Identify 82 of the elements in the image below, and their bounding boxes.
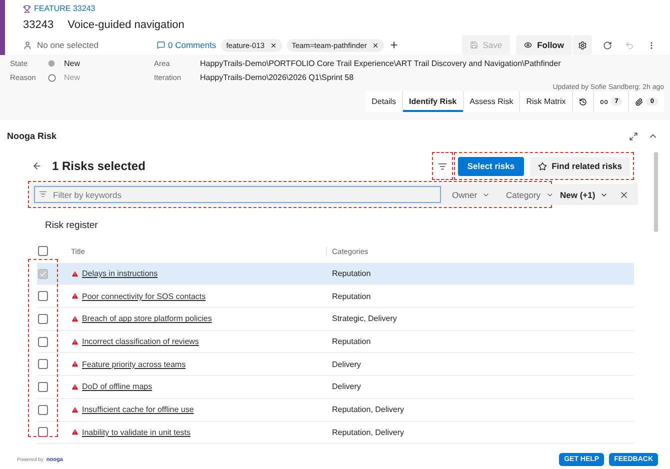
risk-link[interactable]: Insufficient cache for offline use <box>71 405 326 414</box>
assignee-field[interactable]: No one selected <box>37 40 157 50</box>
check-icon <box>39 270 47 278</box>
table-row[interactable]: Breach of app store platform policies Strategic, Delivery <box>37 308 634 331</box>
table-cell-text: Strategic, Delivery <box>331 314 398 324</box>
link-icon <box>600 98 608 106</box>
comments-link[interactable]: 0 Comments <box>157 40 216 50</box>
table-row[interactable]: Incorrect classification of reviews Reputation <box>37 330 634 354</box>
state-dot-icon <box>48 60 55 67</box>
risk-link[interactable]: Poor connectivity for SOS contacts <box>71 292 326 301</box>
settings-icon <box>578 40 587 50</box>
star-icon <box>538 162 547 170</box>
warning-icon <box>71 314 79 323</box>
work-item-title: Voice-guided navigation <box>68 18 184 31</box>
expand-icon <box>628 132 638 140</box>
risk-link[interactable]: Delays in instructions <box>71 269 326 278</box>
risk-link[interactable]: DoD of offline maps <box>71 382 326 392</box>
risk-link[interactable]: Inability to validate in unit tests <box>71 428 326 437</box>
eye-icon <box>524 41 532 49</box>
warning-icon <box>71 338 79 346</box>
close-icon[interactable] <box>270 42 277 48</box>
row-checkbox[interactable] <box>38 359 48 370</box>
field-value[interactable]: HappyTrails-Demo\2026\2026 Q1\Sprint 58 <box>200 73 664 82</box>
row-checkbox[interactable] <box>38 404 48 415</box>
register-title: Risk register <box>45 220 99 233</box>
panel-title: Nooga Risk <box>7 131 58 141</box>
table-cell-text: Reputation <box>331 269 372 278</box>
close-icon <box>619 190 630 200</box>
filter-icon <box>39 190 47 198</box>
filter-icon <box>438 162 448 170</box>
warning-icon <box>71 428 79 436</box>
table-cell-text: Reputation, Delivery <box>331 428 406 437</box>
table-cell-text: Reputation <box>331 337 372 346</box>
save-icon <box>470 41 478 49</box>
follow-button[interactable]: Follow <box>516 35 572 55</box>
close-icon[interactable] <box>372 42 379 48</box>
paperclip-icon <box>635 98 644 106</box>
warning-icon <box>71 292 79 300</box>
warning-icon <box>71 406 79 414</box>
field-value[interactable]: HappyTrails-Demo\PORTFOLIO Core Trail Experience\ART Trail Discovery and Navigation\Pathfinder <box>200 59 664 68</box>
trophy-icon <box>23 4 31 13</box>
risk-link[interactable]: Incorrect classification of reviews <box>71 337 326 346</box>
row-checkbox[interactable] <box>38 268 48 279</box>
filter-dropdown[interactable]: Owner <box>444 190 498 200</box>
table-cell-text: Reputation, Delivery <box>331 405 406 414</box>
back-arrow-icon <box>32 161 42 171</box>
work-item-id: 33243 <box>23 18 54 31</box>
find-related-button[interactable]: Find related risks <box>530 156 630 176</box>
undo-icon <box>624 40 634 50</box>
row-checkbox[interactable] <box>38 291 48 302</box>
selection-heading: 1 Risks selected <box>52 159 146 173</box>
settings-button[interactable] <box>573 35 592 55</box>
row-checkbox[interactable] <box>38 336 48 347</box>
tab[interactable]: Identify Risk <box>403 91 464 112</box>
add-icon[interactable] <box>388 40 399 50</box>
select-all-checkbox[interactable] <box>38 246 48 256</box>
warning-icon <box>71 382 79 391</box>
risk-link[interactable]: Breach of app store platform policies <box>71 314 326 324</box>
work-item-type: FEATURE 33243 <box>34 4 96 14</box>
table-row[interactable]: Feature priority across teams Delivery <box>37 353 634 376</box>
comment-icon <box>157 41 165 49</box>
table-cell-text: Delivery <box>331 382 362 392</box>
table-row[interactable]: DoD of offline maps Delivery <box>37 376 634 399</box>
filter-field[interactable]: Filter by keywords <box>34 186 441 203</box>
history-icon <box>578 98 587 106</box>
table-row[interactable]: Delays in instructions Reputation <box>37 262 634 286</box>
table-row[interactable]: Insufficient cache for offline use Reputation, Delivery <box>37 398 634 422</box>
field-value[interactable]: New <box>64 59 154 68</box>
row-checkbox[interactable] <box>38 382 48 392</box>
person-icon <box>23 40 32 50</box>
table-cell-text: Reputation <box>331 292 372 301</box>
refresh-icon <box>602 40 612 50</box>
table-row[interactable]: Inability to validate in unit tests Reputation, Delivery <box>37 422 634 444</box>
table-row[interactable]: Poor connectivity for SOS contacts Reputation <box>37 285 634 308</box>
table-cell-text: Delivery <box>331 360 362 369</box>
scrollbar[interactable] <box>654 152 658 232</box>
row-checkbox[interactable] <box>38 427 48 438</box>
risk-link[interactable]: Feature priority across teams <box>71 360 326 369</box>
warning-icon <box>71 360 79 368</box>
row-checkbox[interactable] <box>38 314 48 324</box>
warning-icon <box>71 270 79 278</box>
select-risks-button[interactable]: Select risks <box>458 156 524 176</box>
